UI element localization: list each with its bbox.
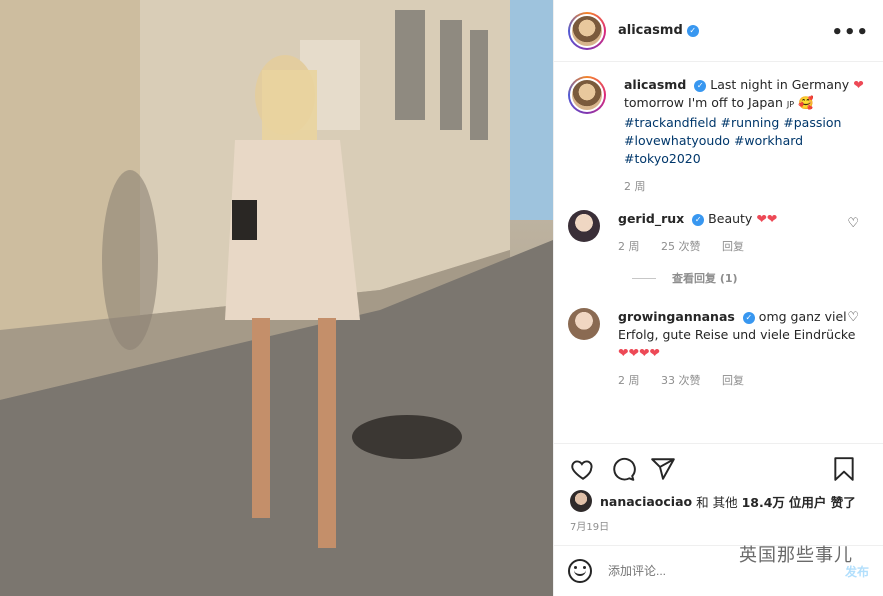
comment-likes[interactable]: 25 次赞 — [661, 240, 701, 253]
caption-time: 2 周 — [624, 180, 646, 193]
likes-count[interactable]: 18.4万 — [742, 492, 785, 511]
comment-time: 2 周 — [618, 240, 640, 253]
likes-middle-text: 和 其他 — [696, 494, 738, 510]
author-username[interactable]: alicasmd — [618, 23, 683, 38]
more-options-icon[interactable]: ••• — [831, 22, 869, 43]
hashtag[interactable]: #running — [721, 115, 780, 130]
verified-badge-icon: ✓ — [692, 213, 705, 226]
verified-badge-icon: ✓ — [694, 79, 707, 92]
instagram-post: alicasmd ✓ ••• alicasmd ✓ Last night in … — [0, 0, 883, 596]
post-photo[interactable] — [0, 0, 553, 596]
post-date: 7月19日 — [570, 522, 610, 533]
comment-likes[interactable]: 33 次赞 — [661, 374, 701, 387]
view-replies-button[interactable]: 查看回复 (1) — [632, 270, 869, 286]
caption-avatar[interactable] — [568, 76, 606, 114]
post-sidebar: alicasmd ✓ ••• alicasmd ✓ Last night in … — [553, 0, 883, 596]
comment-item: gerid_rux ✓ Beauty ❤❤ 2 周 25 次赞 回复 ♡ — [568, 210, 869, 256]
smiling-face-hearts-emoji-icon: 🥰 — [798, 95, 814, 110]
action-bar — [554, 443, 883, 493]
likes-summary: nanaciaociao 和 其他 18.4万 位用户 赞了 — [570, 490, 873, 512]
liker-avatar[interactable] — [570, 490, 592, 512]
bookmark-icon[interactable] — [831, 456, 857, 482]
comment-item: growingannanas ✓ omg ganz viel Erfolg, g… — [568, 308, 869, 390]
watermark-text: 英国那些事儿 — [739, 545, 853, 566]
caption-username[interactable]: alicasmd — [624, 77, 686, 92]
caption-text-line1: Last night in Germany — [710, 77, 850, 92]
hashtag[interactable]: #lovewhatyoudo — [624, 133, 730, 148]
hashtag[interactable]: #workhard — [734, 133, 803, 148]
comment-like-heart-icon[interactable]: ♡ — [847, 310, 859, 325]
comment-icon[interactable] — [610, 456, 636, 482]
heart-emoji-icon: ❤❤❤❤ — [618, 345, 660, 360]
post-header: alicasmd ✓ ••• — [554, 0, 883, 62]
liker-username[interactable]: nanaciaociao — [600, 494, 692, 509]
reply-button[interactable]: 回复 — [722, 240, 744, 253]
verified-badge-icon: ✓ — [686, 24, 699, 37]
comment-username[interactable]: growingannanas — [618, 309, 735, 324]
reply-button[interactable]: 回复 — [722, 374, 744, 387]
paper-plane-icon[interactable] — [650, 456, 676, 482]
photo-illustration — [0, 0, 553, 596]
verified-badge-icon: ✓ — [742, 311, 755, 324]
heart-icon[interactable] — [570, 456, 596, 482]
caption-text-line2: tomorrow I'm off to Japan — [624, 95, 783, 110]
commenter-avatar[interactable] — [568, 308, 600, 340]
smiley-icon[interactable] — [568, 559, 592, 583]
hashtag[interactable]: #passion — [783, 115, 841, 130]
author-avatar[interactable] — [568, 11, 606, 50]
heart-emoji-icon: ❤ — [853, 77, 864, 92]
caption: alicasmd ✓ Last night in Germany ❤ tomor… — [568, 76, 869, 196]
japan-flag-icon: JP — [786, 100, 795, 109]
comment-time: 2 周 — [618, 374, 640, 387]
hashtag[interactable]: #tokyo2020 — [624, 151, 701, 166]
comments-area: alicasmd ✓ Last night in Germany ❤ tomor… — [554, 62, 883, 442]
heart-emoji-icon: ❤❤ — [756, 211, 778, 226]
comment-text: Beauty — [708, 211, 753, 226]
comment-like-heart-icon[interactable]: ♡ — [847, 216, 859, 231]
hashtag[interactable]: #trackandfield — [624, 115, 717, 130]
likes-suffix: 位用户 赞了 — [788, 494, 856, 510]
comment-username[interactable]: gerid_rux — [618, 211, 684, 226]
commenter-avatar[interactable] — [568, 210, 600, 242]
